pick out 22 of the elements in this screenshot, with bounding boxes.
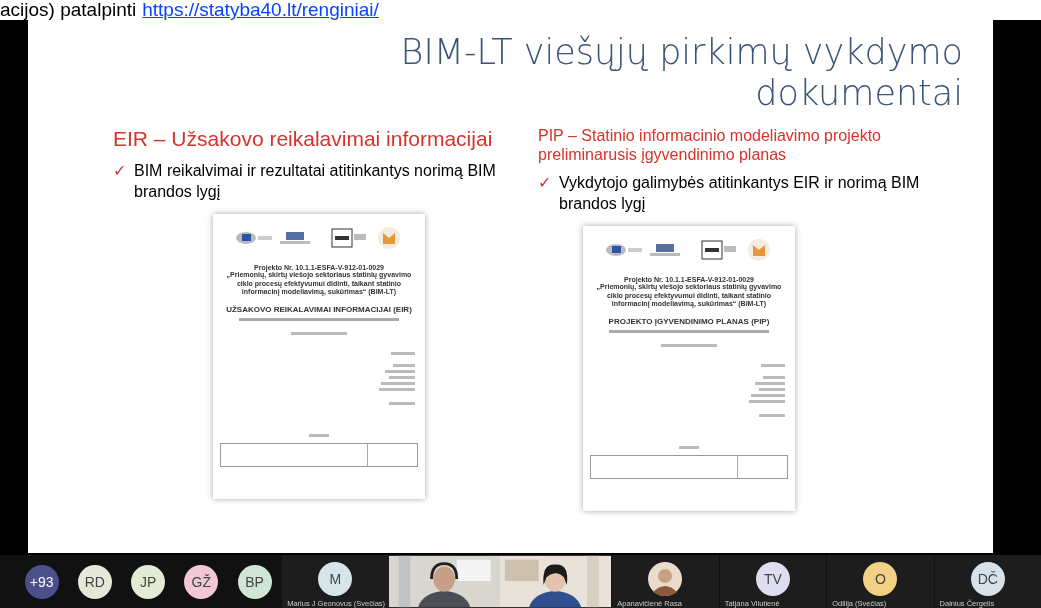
avatar-icon [648, 562, 683, 596]
document-title: UŽSAKOVO REIKALAVIMAI INFORMACIJAI (EIR) [226, 304, 412, 314]
section-heading: PIP – Statinio informacinio modeliavimo projekto preliminarusis įgyvendinimo planas [538, 126, 882, 164]
bullet-text: Vykdytojo galimybės atitinkantys EIR ir norimą BIM brandos lygį [559, 173, 921, 214]
check-mark: ✓ [538, 173, 551, 193]
header-text: acijos) patalpinti [0, 0, 137, 20]
check-mark: ✓ [113, 161, 126, 181]
avatar-initials: TV [755, 562, 790, 596]
avatar-initials[interactable]: BP [237, 564, 272, 599]
avatar-initials[interactable]: RD [77, 564, 112, 599]
avatar-initials[interactable]: GŽ [184, 564, 219, 599]
slide-title: BIM-LT viešųjų pirkimų vykdymo [400, 32, 963, 73]
document-title: PROJEKTO ĮGYVENDINIMO PLANAS (PIP) [608, 316, 770, 326]
slide-title: dokumentai [755, 73, 963, 114]
avatar-initials[interactable]: +93 [24, 564, 59, 599]
avatar-initials: O [863, 562, 898, 596]
avatar-initials: DČ [970, 562, 1005, 596]
section-heading: EIR – Užsakovo reikalavimai informacijai [113, 126, 494, 152]
link[interactable]: https://statyba40.lt/renginiai/ [142, 0, 379, 20]
avatar-initials[interactable]: JP [131, 564, 166, 599]
avatar-initials: M [318, 562, 353, 596]
bullet-text: BIM reikalvimai ir rezultatai atitinkantys norimą BIM brandos lygį [134, 161, 497, 202]
